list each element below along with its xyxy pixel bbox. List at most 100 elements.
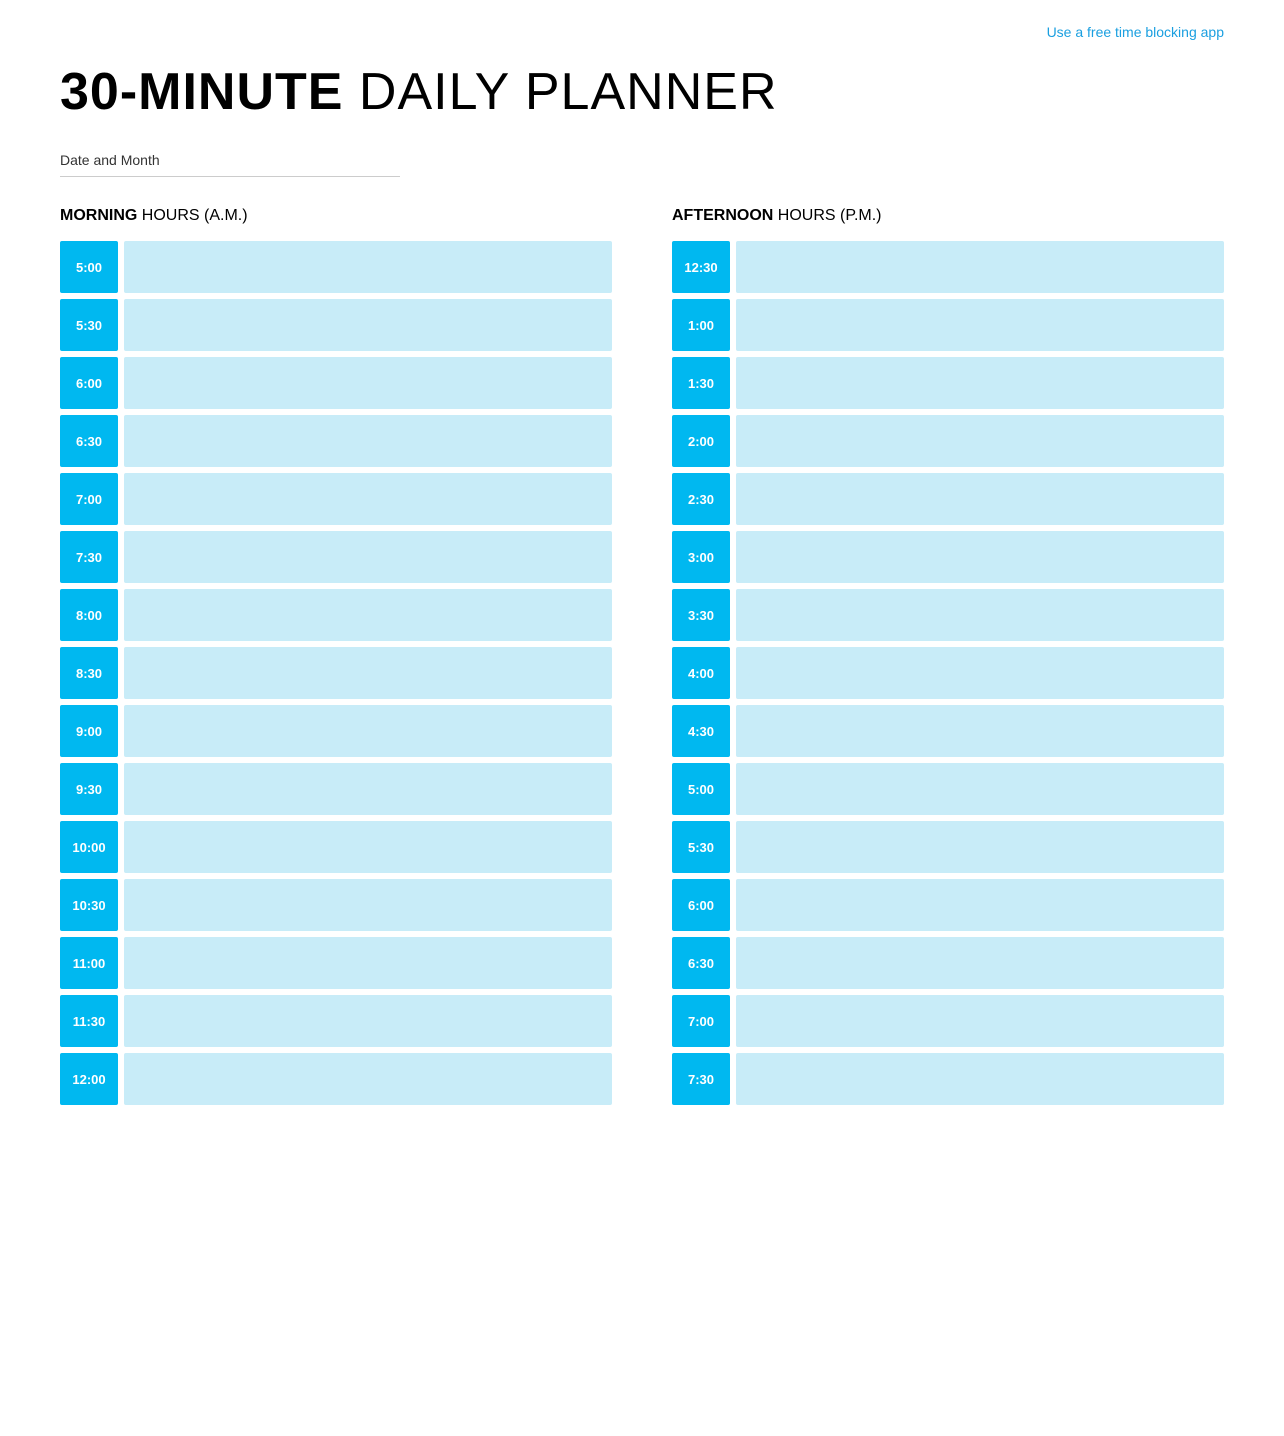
- time-row: 11:00: [60, 937, 612, 989]
- time-badge: 7:30: [672, 1053, 730, 1105]
- time-block[interactable]: [124, 531, 612, 583]
- afternoon-column: AFTERNOON HOURS (P.M.) 12:30 1:00 1:30 2:00…: [672, 207, 1224, 1111]
- top-link[interactable]: Use a free time blocking app: [1047, 24, 1224, 40]
- time-block[interactable]: [736, 357, 1224, 409]
- time-badge: 12:30: [672, 241, 730, 293]
- time-block[interactable]: [736, 299, 1224, 351]
- time-row: 10:00: [60, 821, 612, 873]
- morning-header-bold: MORNING: [60, 207, 137, 224]
- time-block[interactable]: [124, 821, 612, 873]
- time-row: 2:00: [672, 415, 1224, 467]
- time-row: 1:30: [672, 357, 1224, 409]
- page-title-rest: DAILY PLANNER: [343, 63, 777, 121]
- time-row: 6:00: [60, 357, 612, 409]
- time-row: 2:30: [672, 473, 1224, 525]
- time-badge: 11:00: [60, 937, 118, 989]
- time-row: 6:30: [672, 937, 1224, 989]
- time-block[interactable]: [736, 879, 1224, 931]
- time-badge: 4:30: [672, 705, 730, 757]
- time-row: 11:30: [60, 995, 612, 1047]
- time-block[interactable]: [736, 821, 1224, 873]
- page-title-bold: 30-MINUTE: [60, 63, 343, 121]
- time-block[interactable]: [736, 995, 1224, 1047]
- time-row: 8:30: [60, 647, 612, 699]
- time-block[interactable]: [124, 995, 612, 1047]
- time-block[interactable]: [124, 357, 612, 409]
- time-badge: 6:00: [672, 879, 730, 931]
- afternoon-header: AFTERNOON HOURS (P.M.): [672, 207, 1224, 225]
- time-block[interactable]: [736, 241, 1224, 293]
- date-underline: [60, 176, 400, 177]
- time-badge: 6:30: [60, 415, 118, 467]
- time-block[interactable]: [124, 473, 612, 525]
- time-row: 3:30: [672, 589, 1224, 641]
- time-row: 5:30: [672, 821, 1224, 873]
- time-block[interactable]: [124, 937, 612, 989]
- time-block[interactable]: [736, 473, 1224, 525]
- time-badge: 5:30: [60, 299, 118, 351]
- time-block[interactable]: [736, 1053, 1224, 1105]
- time-row: 5:30: [60, 299, 612, 351]
- time-row: 1:00: [672, 299, 1224, 351]
- morning-header: MORNING HOURS (A.M.): [60, 207, 612, 225]
- time-block[interactable]: [736, 415, 1224, 467]
- time-badge: 11:30: [60, 995, 118, 1047]
- time-row: 12:00: [60, 1053, 612, 1105]
- morning-rows: 5:00 5:30 6:00 6:30 7:00 7:30 8:00 8:30 9:00 9:30…: [60, 241, 612, 1105]
- time-row: 9:00: [60, 705, 612, 757]
- time-block[interactable]: [124, 299, 612, 351]
- time-row: 3:00: [672, 531, 1224, 583]
- time-badge: 1:00: [672, 299, 730, 351]
- time-block[interactable]: [736, 647, 1224, 699]
- time-block[interactable]: [736, 531, 1224, 583]
- time-badge: 2:30: [672, 473, 730, 525]
- time-block[interactable]: [736, 937, 1224, 989]
- time-badge: 6:00: [60, 357, 118, 409]
- time-row: 7:00: [672, 995, 1224, 1047]
- time-badge: 8:30: [60, 647, 118, 699]
- time-block[interactable]: [124, 1053, 612, 1105]
- time-badge: 10:30: [60, 879, 118, 931]
- afternoon-header-bold: AFTERNOON: [672, 207, 773, 224]
- time-row: 9:30: [60, 763, 612, 815]
- time-row: 4:30: [672, 705, 1224, 757]
- time-block[interactable]: [124, 647, 612, 699]
- time-badge: 5:30: [672, 821, 730, 873]
- time-block[interactable]: [124, 705, 612, 757]
- time-row: 4:00: [672, 647, 1224, 699]
- time-badge: 1:30: [672, 357, 730, 409]
- time-badge: 12:00: [60, 1053, 118, 1105]
- time-badge: 3:00: [672, 531, 730, 583]
- time-badge: 7:00: [672, 995, 730, 1047]
- time-block[interactable]: [124, 879, 612, 931]
- time-row: 7:30: [60, 531, 612, 583]
- time-block[interactable]: [736, 763, 1224, 815]
- time-row: 5:00: [672, 763, 1224, 815]
- time-block[interactable]: [124, 415, 612, 467]
- time-block[interactable]: [124, 763, 612, 815]
- time-badge: 9:30: [60, 763, 118, 815]
- time-block[interactable]: [124, 589, 612, 641]
- time-badge: 10:00: [60, 821, 118, 873]
- time-row: 6:00: [672, 879, 1224, 931]
- time-badge: 8:00: [60, 589, 118, 641]
- time-row: 10:30: [60, 879, 612, 931]
- time-row: 6:30: [60, 415, 612, 467]
- page-title: 30-MINUTE DAILY PLANNER: [60, 62, 1224, 122]
- time-block[interactable]: [124, 241, 612, 293]
- time-badge: 7:30: [60, 531, 118, 583]
- time-block[interactable]: [736, 589, 1224, 641]
- afternoon-header-rest: HOURS (P.M.): [773, 207, 881, 224]
- time-block[interactable]: [736, 705, 1224, 757]
- time-row: 5:00: [60, 241, 612, 293]
- time-badge: 5:00: [672, 763, 730, 815]
- time-badge: 3:30: [672, 589, 730, 641]
- time-row: 7:30: [672, 1053, 1224, 1105]
- date-section: Date and Month: [60, 152, 1224, 177]
- morning-header-rest: HOURS (A.M.): [137, 207, 247, 224]
- time-badge: 9:00: [60, 705, 118, 757]
- time-row: 7:00: [60, 473, 612, 525]
- morning-column: MORNING HOURS (A.M.) 5:00 5:30 6:00 6:30 7:0…: [60, 207, 612, 1111]
- time-badge: 2:00: [672, 415, 730, 467]
- time-badge: 6:30: [672, 937, 730, 989]
